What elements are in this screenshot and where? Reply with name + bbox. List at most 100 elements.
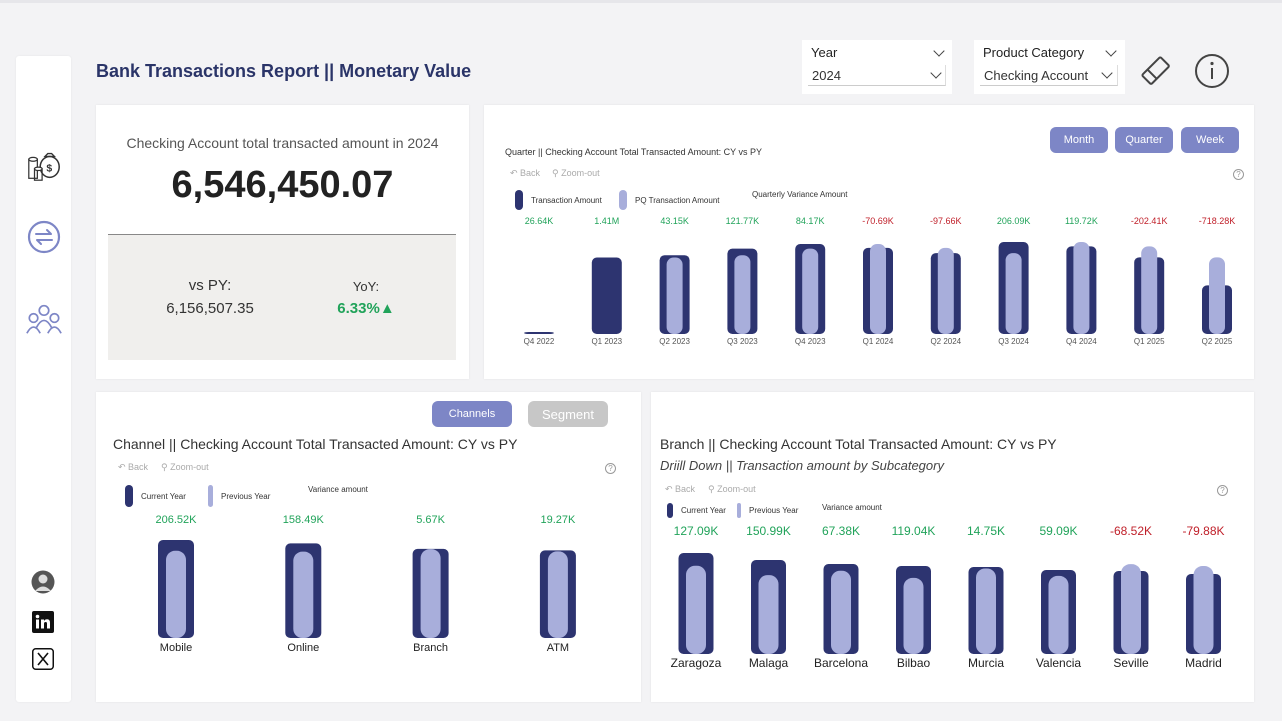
bar-previous-q2-2025 (1209, 257, 1225, 334)
category-label: Q4 2022 (524, 337, 555, 346)
variance-label: -79.88K (1182, 524, 1224, 538)
bar-previous-bilbao (903, 577, 924, 654)
variance-label: 127.09K (674, 524, 719, 538)
channel-bar-chart: 206.52K Mobile 158.49K Online 5.67K Branch 19.… (156, 514, 576, 654)
variance-label: -97.66K (930, 216, 962, 226)
category-label: Zaragoza (671, 656, 722, 670)
variance-label: 19.27K (540, 514, 576, 526)
avatar[interactable] (31, 570, 55, 594)
variance-label: 158.49K (283, 514, 325, 526)
bar-previous-q2-2024 (937, 247, 954, 334)
kpi-card: Checking Account total transacted amount… (96, 105, 469, 379)
chevron-down-icon[interactable] (933, 45, 945, 57)
product-category-value[interactable]: Checking Account (980, 65, 1118, 86)
category-label: ATM (547, 642, 569, 654)
bar-previous-online (293, 551, 314, 638)
eraser-icon[interactable] (1138, 53, 1174, 89)
category-label: Q2 2025 (1202, 337, 1233, 346)
bar-previous-mobile (166, 550, 186, 638)
variance-label: 1.41M (594, 216, 619, 226)
category-label: Q4 2024 (1066, 337, 1097, 346)
branch-chart-panel: Branch || Checking Account Total Transac… (651, 392, 1254, 702)
category-label: Murcia (968, 656, 1004, 670)
yoy-label: YoY: (352, 279, 380, 294)
variance-label: 67.38K (822, 524, 860, 538)
category-label: Q1 2023 (591, 337, 622, 346)
variance-label: 119.04K (892, 524, 936, 538)
product-category-slicer[interactable]: Product Category Checking Account (974, 40, 1125, 94)
category-label: Mobile (160, 642, 192, 654)
bar-previous-q1-2024 (870, 244, 886, 334)
svg-text:$: $ (46, 164, 52, 175)
variance-label: 5.67K (416, 514, 445, 526)
variance-label: -202.41K (1131, 216, 1168, 226)
category-label: Madrid (1185, 656, 1222, 670)
vs-py-label: vs PY: (188, 277, 232, 294)
product-category-label: Product Category (983, 45, 1085, 60)
category-label: Q2 2024 (930, 337, 961, 346)
variance-label: 84.17K (796, 216, 825, 226)
bar-previous-q4-2024 (1073, 242, 1090, 334)
bar-previous-q2-2023 (666, 257, 683, 334)
variance-label: -718.28K (1199, 216, 1236, 226)
category-label: Valencia (1036, 656, 1081, 670)
variance-label: 206.52K (156, 514, 198, 526)
bar-previous-q3-2024 (1005, 253, 1022, 334)
variance-label: 43.15K (660, 216, 689, 226)
bar-previous-seville (1121, 564, 1141, 654)
bar-previous-madrid (1193, 566, 1214, 654)
variance-label: -70.69K (862, 216, 894, 226)
page-title: Bank Transactions Report || Monetary Val… (96, 61, 472, 81)
quarter-bar-chart: 26.64K Q4 2022 1.41M Q1 2023 43.15K Q2 2023 12… (524, 216, 1236, 346)
category-label: Q1 2025 (1134, 337, 1165, 346)
bar-previous-malaga (758, 575, 779, 654)
category-label: Branch (413, 642, 448, 654)
category-label: Q3 2023 (727, 337, 758, 346)
category-label: Bilbao (897, 656, 931, 670)
category-label: Barcelona (814, 656, 868, 670)
bar-previous-branch (420, 549, 441, 638)
channel-chart-panel: Channels Segment Channel || Checking Acc… (96, 392, 641, 702)
chevron-down-icon[interactable] (1105, 45, 1117, 57)
quarter-chart-panel: Month Quarter Week Quarter || Checking A… (484, 105, 1254, 379)
kpi-main-value: 6,546,450.07 (171, 164, 394, 206)
variance-label: 59.09K (1039, 524, 1077, 538)
variance-label: 206.09K (997, 216, 1031, 226)
info-icon[interactable] (1194, 53, 1230, 89)
kpi-comparison-box: vs PY: 6,156,507.35 YoY: 6.33%▲ (108, 234, 456, 360)
top-strip (0, 0, 1282, 3)
bar-previous-q1-2025 (1141, 246, 1158, 334)
category-label: Malaga (749, 656, 789, 670)
category-label: Q2 2023 (659, 337, 690, 346)
bar-previous-q3-2023 (734, 255, 751, 334)
money-bags-icon[interactable]: $ (25, 146, 63, 184)
year-slicer[interactable]: Year 2024 (802, 40, 952, 94)
bar-previous-q4-2023 (802, 248, 819, 334)
year-slicer-label: Year (811, 45, 838, 60)
bar-previous-zaragoza (686, 565, 706, 654)
year-slicer-value[interactable]: 2024 (808, 65, 946, 86)
people-group-icon[interactable] (25, 300, 63, 338)
linkedin-icon[interactable] (31, 610, 55, 634)
variance-label: 121.77K (726, 216, 760, 226)
yoy-value: 6.33%▲ (337, 300, 395, 317)
variance-label: 150.99K (746, 524, 791, 538)
branch-bar-chart: 127.09K Zaragoza 150.99K Malaga 67.38K Barcel… (671, 524, 1225, 670)
variance-label: 26.64K (525, 216, 554, 226)
category-label: Q3 2024 (998, 337, 1029, 346)
sidebar: $ (16, 56, 71, 702)
bar-previous-barcelona (831, 570, 851, 654)
bar-current-q1-2023 (591, 257, 622, 334)
kpi-subtitle: Checking Account total transacted amount… (126, 135, 439, 151)
variance-label: 119.72K (1065, 216, 1098, 226)
category-label: Online (287, 642, 319, 654)
category-label: Q4 2023 (795, 337, 826, 346)
exchange-icon[interactable] (25, 218, 63, 256)
bar-previous-valencia (1048, 575, 1069, 654)
bar-previous-murcia (976, 568, 996, 654)
variance-label: -68.52K (1110, 524, 1152, 538)
x-twitter-icon[interactable] (31, 647, 55, 671)
category-label: Q1 2024 (863, 337, 894, 346)
bar-current-q4-2022 (524, 332, 554, 334)
category-label: Seville (1113, 656, 1149, 670)
